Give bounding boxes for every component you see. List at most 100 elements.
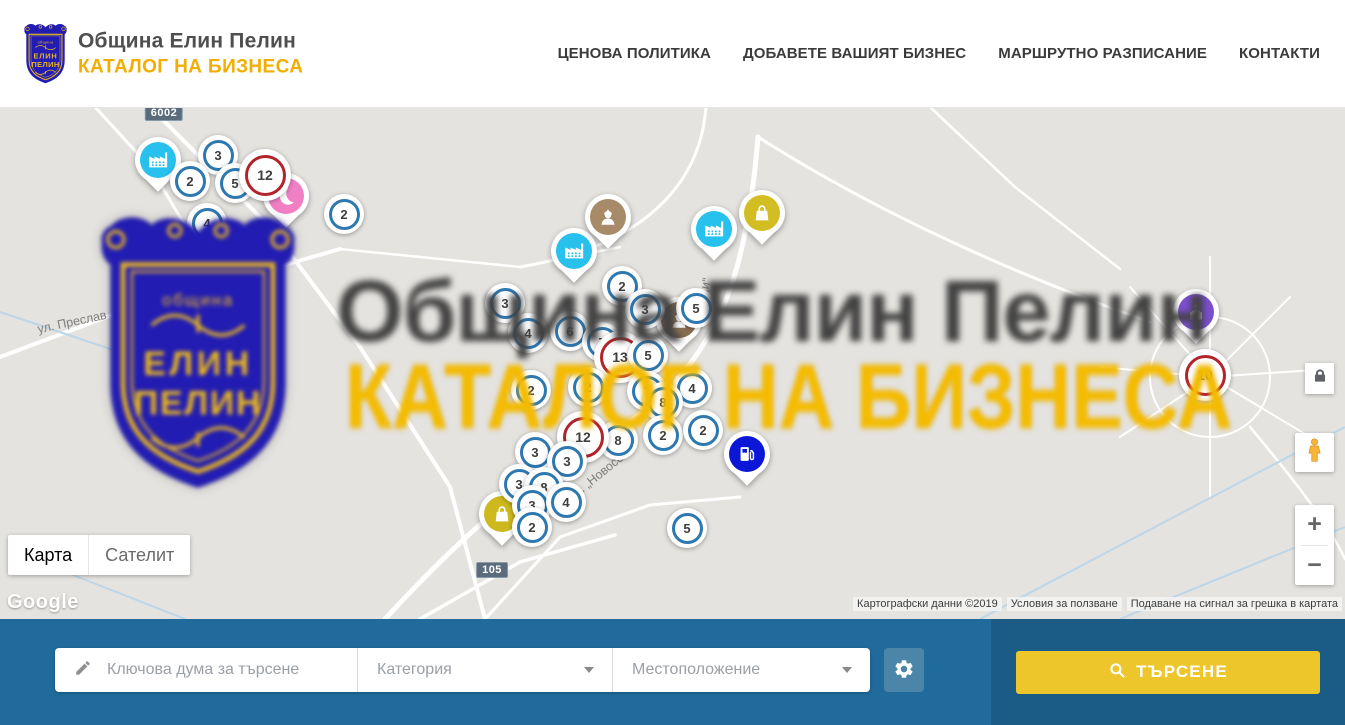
nav-item-bus-schedule[interactable]: МАРШРУТНО РАЗПИСАНИЕ [998,45,1207,62]
site-brand: Община Елин Пелин КАТАЛОГ НА БИЗНЕСА [78,29,303,78]
location-select[interactable]: Местоположение [612,648,870,692]
cluster-marker[interactable]: 2 [683,410,723,450]
cluster-count: 3 [214,148,221,163]
cluster-marker[interactable]: 5 [676,288,716,328]
cluster-count: 4 [688,381,695,396]
cluster-count: 4 [562,495,569,510]
map-attribution: Картографски данни ©2019 Условия за ползв… [853,597,1342,611]
map-markers-layer: 3251242323546713522748228123338342510 [0,107,1345,619]
cluster-marker[interactable]: 2 [511,370,551,410]
cluster-marker[interactable]: 12 [239,149,291,201]
site-title: Община Елин Пелин [78,29,303,53]
cluster-marker[interactable]: 3 [625,289,665,329]
search-bar: Категория Местоположение ТЪРСЕНЕ [0,619,1345,725]
lock-icon [1312,368,1328,389]
search-fields-group: Категория Местоположение [55,648,870,692]
church-category-pin[interactable] [1173,289,1219,335]
nav-item-pricing[interactable]: ЦЕНОВА ПОЛИТИКА [558,45,711,62]
bag-icon [744,195,780,231]
map-attribution-item[interactable]: Условия за ползване [1007,597,1122,611]
cluster-marker[interactable]: 10 [1179,349,1231,401]
cluster-marker[interactable]: 2 [170,161,210,201]
cluster-count: 10 [1197,367,1213,383]
cluster-count: 8 [659,395,666,410]
cluster-count: 2 [527,383,534,398]
map-attribution-item: Картографски данни ©2019 [853,597,1002,611]
cluster-count: 2 [186,174,193,189]
cluster-count: 2 [618,279,625,294]
category-select-placeholder: Категория [377,661,452,679]
cluster-count: 12 [575,429,591,445]
lock-button[interactable] [1305,363,1334,394]
map-zoom-control: + − [1295,505,1334,585]
worker-category-pin[interactable] [585,194,631,240]
map-attribution-item[interactable]: Подаване на сигнал за грешка в картата [1127,597,1342,611]
cluster-count: 4 [203,216,210,231]
cluster-marker[interactable]: 5 [628,335,668,375]
cluster-count: 2 [340,207,347,222]
search-button[interactable]: ТЪРСЕНЕ [1016,651,1320,694]
factory-icon [696,211,732,247]
gear-icon [893,658,915,683]
cluster-count: 2 [699,423,706,438]
bag-category-pin[interactable] [739,190,785,236]
cluster-count: 4 [524,326,531,341]
map-type-map-button[interactable]: Карта [8,535,88,575]
cluster-count: 6 [566,324,573,339]
cluster-count: 2 [528,520,535,535]
fuel-category-pin[interactable] [724,431,770,477]
advanced-search-settings-button[interactable] [884,648,924,692]
cluster-marker[interactable]: 5 [667,508,707,548]
cluster-marker[interactable]: 2 [512,507,552,547]
cluster-marker[interactable]: 4 [187,203,227,243]
worker-icon [590,199,626,235]
cluster-count: 5 [683,521,690,536]
cluster-marker[interactable]: 2 [643,415,683,455]
cluster-count: 3 [563,454,570,469]
pencil-icon [74,659,92,682]
main-nav: ЦЕНОВА ПОЛИТИКА ДОБАВЕТЕ ВАШИЯТ БИЗНЕС МАР… [558,0,1320,107]
chevron-down-icon [842,667,852,673]
nav-item-add-business[interactable]: ДОБАВЕТЕ ВАШИЯТ БИЗНЕС [743,45,966,62]
cluster-count: 8 [614,433,621,448]
church-icon [1178,294,1214,330]
map-type-satellite-button[interactable]: Сателит [88,535,190,575]
svg-text:ЕЛИН: ЕЛИН [33,52,57,61]
search-submit-panel: ТЪРСЕНЕ [991,619,1345,725]
site-header: общинаЕЛИНПЕЛИН Община Елин Пелин КАТАЛО… [0,0,1345,108]
chevron-down-icon [584,667,594,673]
nav-item-contacts[interactable]: КОНТАКТИ [1239,45,1320,62]
pegman-icon [1301,437,1328,469]
google-logo[interactable]: Google [7,591,79,614]
category-select[interactable]: Категория [357,648,612,692]
cluster-marker[interactable]: 2 [568,367,608,407]
google-map[interactable]: ул. Преславбул. „Новоселци“6002105 32512… [0,107,1345,619]
cluster-count: 13 [612,349,628,365]
factory-category-pin[interactable] [691,206,737,252]
search-button-label: ТЪРСЕНЕ [1136,662,1228,682]
cluster-count: 5 [692,301,699,316]
fuel-icon [729,436,765,472]
municipality-crest-logo-icon[interactable]: общинаЕЛИНПЕЛИН [22,22,69,85]
svg-text:ПЕЛИН: ПЕЛИН [31,60,59,69]
zoom-in-button[interactable]: + [1295,505,1334,545]
cluster-count: 2 [659,428,666,443]
keyword-search-input[interactable] [105,660,349,680]
cluster-marker[interactable]: 2 [324,194,364,234]
cluster-count: 3 [501,296,508,311]
zoom-out-button[interactable]: − [1295,546,1334,586]
cluster-count: 12 [257,167,273,183]
search-icon [1108,661,1126,684]
cluster-count: 2 [584,380,591,395]
cluster-count: 5 [231,176,238,191]
map-type-control: Карта Сателит [8,535,190,575]
cluster-marker[interactable]: 4 [546,482,586,522]
keyword-section [55,648,357,692]
cluster-marker[interactable]: 4 [508,313,548,353]
cluster-count: 3 [641,302,648,317]
location-select-placeholder: Местоположение [632,661,760,679]
cluster-count: 5 [644,348,651,363]
cluster-count: 3 [531,445,538,460]
site-subtitle: КАТАЛОГ НА БИЗНЕСА [78,56,303,78]
street-view-pegman-button[interactable] [1295,433,1334,472]
